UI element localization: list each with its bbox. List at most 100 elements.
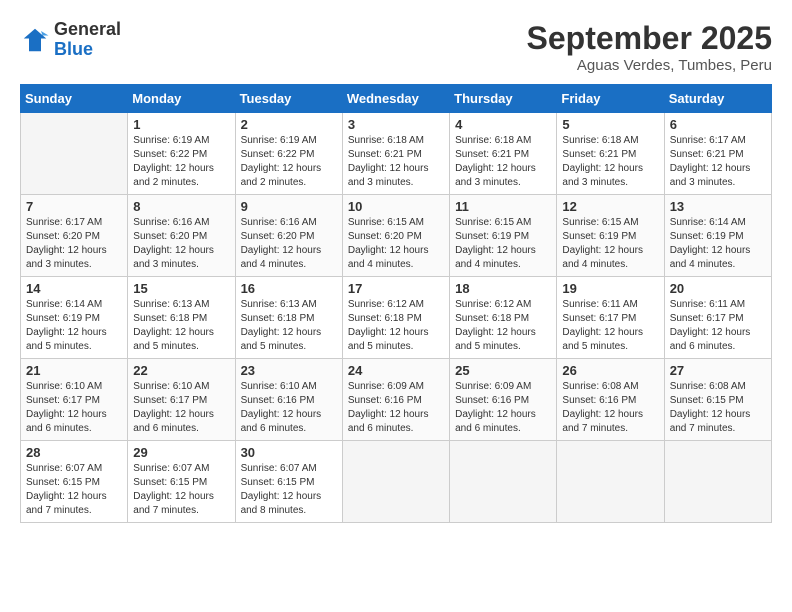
day-number: 19 bbox=[562, 281, 658, 296]
day-number: 27 bbox=[670, 363, 766, 378]
day-info: Sunrise: 6:12 AM Sunset: 6:18 PM Dayligh… bbox=[348, 298, 444, 354]
calendar-cell: 20 Sunrise: 6:11 AM Sunset: 6:17 PM Dayli… bbox=[664, 277, 771, 359]
calendar-cell: 9 Sunrise: 6:16 AM Sunset: 6:20 PM Daylig… bbox=[235, 195, 342, 277]
day-number: 3 bbox=[348, 117, 444, 132]
calendar-cell: 25Sunrise: 6:09 AM Sunset: 6:16 PM Dayli… bbox=[450, 359, 557, 441]
logo: General Blue bbox=[20, 20, 121, 60]
week-row-3: 21 Sunrise: 6:10 AM Sunset: 6:17 PM Dayli… bbox=[21, 359, 772, 441]
day-info: Sunrise: 6:10 AM Sunset: 6:17 PM Dayligh… bbox=[133, 380, 229, 436]
day-number: 10 bbox=[348, 199, 444, 214]
calendar-header-row: SundayMondayTuesdayWednesdayThursdayFrid… bbox=[21, 85, 772, 113]
day-number: 11 bbox=[455, 199, 551, 214]
day-info: Sunrise: 6:11 AM Sunset: 6:17 PM Dayligh… bbox=[562, 298, 658, 354]
week-row-1: 7 Sunrise: 6:17 AM Sunset: 6:20 PM Daylig… bbox=[21, 195, 772, 277]
calendar-cell: 2 Sunrise: 6:19 AM Sunset: 6:22 PM Daylig… bbox=[235, 113, 342, 195]
calendar-cell bbox=[557, 441, 664, 523]
day-number: 16 bbox=[241, 281, 337, 296]
day-number: 12 bbox=[562, 199, 658, 214]
calendar-cell: 22Sunrise: 6:10 AM Sunset: 6:17 PM Dayli… bbox=[128, 359, 235, 441]
title-area: September 2025 Aguas Verdes, Tumbes, Per… bbox=[527, 20, 772, 74]
day-number: 28 bbox=[26, 445, 122, 460]
calendar-cell: 4 Sunrise: 6:18 AM Sunset: 6:21 PM Daylig… bbox=[450, 113, 557, 195]
day-info: Sunrise: 6:13 AM Sunset: 6:18 PM Dayligh… bbox=[133, 298, 229, 354]
calendar-cell: 8 Sunrise: 6:16 AM Sunset: 6:20 PM Daylig… bbox=[128, 195, 235, 277]
day-number: 6 bbox=[670, 117, 766, 132]
day-info: Sunrise: 6:18 AM Sunset: 6:21 PM Dayligh… bbox=[562, 134, 658, 190]
day-number: 5 bbox=[562, 117, 658, 132]
calendar-cell bbox=[21, 113, 128, 195]
day-info: Sunrise: 6:10 AM Sunset: 6:17 PM Dayligh… bbox=[26, 380, 122, 436]
day-number: 15 bbox=[133, 281, 229, 296]
calendar-cell: 14 Sunrise: 6:14 AM Sunset: 6:19 PM Dayli… bbox=[21, 277, 128, 359]
day-number: 7 bbox=[26, 199, 122, 214]
calendar-cell: 1 Sunrise: 6:19 AM Sunset: 6:22 PM Daylig… bbox=[128, 113, 235, 195]
day-number: 4 bbox=[455, 117, 551, 132]
logo-icon bbox=[20, 25, 50, 55]
day-info: Sunrise: 6:15 AM Sunset: 6:19 PM Dayligh… bbox=[562, 216, 658, 272]
day-info: Sunrise: 6:18 AM Sunset: 6:21 PM Dayligh… bbox=[348, 134, 444, 190]
calendar-cell: 28Sunrise: 6:07 AM Sunset: 6:15 PM Dayli… bbox=[21, 441, 128, 523]
day-info: Sunrise: 6:15 AM Sunset: 6:20 PM Dayligh… bbox=[348, 216, 444, 272]
day-number: 9 bbox=[241, 199, 337, 214]
location: Aguas Verdes, Tumbes, Peru bbox=[527, 57, 772, 74]
day-info: Sunrise: 6:08 AM Sunset: 6:16 PM Dayligh… bbox=[562, 380, 658, 436]
calendar-cell: 12 Sunrise: 6:15 AM Sunset: 6:19 PM Dayli… bbox=[557, 195, 664, 277]
header-tuesday: Tuesday bbox=[235, 85, 342, 113]
day-info: Sunrise: 6:19 AM Sunset: 6:22 PM Dayligh… bbox=[241, 134, 337, 190]
day-info: Sunrise: 6:15 AM Sunset: 6:19 PM Dayligh… bbox=[455, 216, 551, 272]
calendar-cell: 18Sunrise: 6:12 AM Sunset: 6:18 PM Dayli… bbox=[450, 277, 557, 359]
day-info: Sunrise: 6:07 AM Sunset: 6:15 PM Dayligh… bbox=[241, 462, 337, 518]
day-info: Sunrise: 6:09 AM Sunset: 6:16 PM Dayligh… bbox=[348, 380, 444, 436]
day-info: Sunrise: 6:14 AM Sunset: 6:19 PM Dayligh… bbox=[26, 298, 122, 354]
month-title: September 2025 bbox=[527, 20, 772, 57]
calendar-cell: 26 Sunrise: 6:08 AM Sunset: 6:16 PM Dayli… bbox=[557, 359, 664, 441]
calendar-table: SundayMondayTuesdayWednesdayThursdayFrid… bbox=[20, 84, 772, 523]
calendar-cell: 19 Sunrise: 6:11 AM Sunset: 6:17 PM Dayli… bbox=[557, 277, 664, 359]
calendar-cell: 23 Sunrise: 6:10 AM Sunset: 6:16 PM Dayli… bbox=[235, 359, 342, 441]
day-number: 8 bbox=[133, 199, 229, 214]
calendar-cell: 6 Sunrise: 6:17 AM Sunset: 6:21 PM Daylig… bbox=[664, 113, 771, 195]
day-info: Sunrise: 6:18 AM Sunset: 6:21 PM Dayligh… bbox=[455, 134, 551, 190]
header-sunday: Sunday bbox=[21, 85, 128, 113]
day-info: Sunrise: 6:13 AM Sunset: 6:18 PM Dayligh… bbox=[241, 298, 337, 354]
day-number: 25 bbox=[455, 363, 551, 378]
day-info: Sunrise: 6:08 AM Sunset: 6:15 PM Dayligh… bbox=[670, 380, 766, 436]
header-saturday: Saturday bbox=[664, 85, 771, 113]
page-header: General Blue September 2025 Aguas Verdes… bbox=[20, 20, 772, 74]
day-info: Sunrise: 6:17 AM Sunset: 6:20 PM Dayligh… bbox=[26, 216, 122, 272]
day-number: 26 bbox=[562, 363, 658, 378]
calendar-cell bbox=[664, 441, 771, 523]
day-number: 13 bbox=[670, 199, 766, 214]
week-row-2: 14 Sunrise: 6:14 AM Sunset: 6:19 PM Dayli… bbox=[21, 277, 772, 359]
day-info: Sunrise: 6:16 AM Sunset: 6:20 PM Dayligh… bbox=[133, 216, 229, 272]
day-info: Sunrise: 6:16 AM Sunset: 6:20 PM Dayligh… bbox=[241, 216, 337, 272]
day-number: 23 bbox=[241, 363, 337, 378]
day-number: 2 bbox=[241, 117, 337, 132]
day-number: 18 bbox=[455, 281, 551, 296]
day-info: Sunrise: 6:19 AM Sunset: 6:22 PM Dayligh… bbox=[133, 134, 229, 190]
day-number: 1 bbox=[133, 117, 229, 132]
day-info: Sunrise: 6:14 AM Sunset: 6:19 PM Dayligh… bbox=[670, 216, 766, 272]
header-monday: Monday bbox=[128, 85, 235, 113]
day-info: Sunrise: 6:10 AM Sunset: 6:16 PM Dayligh… bbox=[241, 380, 337, 436]
day-number: 14 bbox=[26, 281, 122, 296]
day-number: 20 bbox=[670, 281, 766, 296]
week-row-0: 1 Sunrise: 6:19 AM Sunset: 6:22 PM Daylig… bbox=[21, 113, 772, 195]
calendar-cell: 24 Sunrise: 6:09 AM Sunset: 6:16 PM Dayli… bbox=[342, 359, 449, 441]
header-wednesday: Wednesday bbox=[342, 85, 449, 113]
day-number: 21 bbox=[26, 363, 122, 378]
calendar-cell: 13 Sunrise: 6:14 AM Sunset: 6:19 PM Dayli… bbox=[664, 195, 771, 277]
calendar-cell bbox=[450, 441, 557, 523]
day-number: 24 bbox=[348, 363, 444, 378]
calendar-cell: 10 Sunrise: 6:15 AM Sunset: 6:20 PM Dayli… bbox=[342, 195, 449, 277]
day-number: 17 bbox=[348, 281, 444, 296]
calendar-cell: 16 Sunrise: 6:13 AM Sunset: 6:18 PM Dayli… bbox=[235, 277, 342, 359]
day-info: Sunrise: 6:11 AM Sunset: 6:17 PM Dayligh… bbox=[670, 298, 766, 354]
calendar-cell: 7 Sunrise: 6:17 AM Sunset: 6:20 PM Daylig… bbox=[21, 195, 128, 277]
calendar-cell: 15 Sunrise: 6:13 AM Sunset: 6:18 PM Dayli… bbox=[128, 277, 235, 359]
header-friday: Friday bbox=[557, 85, 664, 113]
calendar-cell: 29Sunrise: 6:07 AM Sunset: 6:15 PM Dayli… bbox=[128, 441, 235, 523]
calendar-cell: 17 Sunrise: 6:12 AM Sunset: 6:18 PM Dayli… bbox=[342, 277, 449, 359]
day-info: Sunrise: 6:17 AM Sunset: 6:21 PM Dayligh… bbox=[670, 134, 766, 190]
day-number: 29 bbox=[133, 445, 229, 460]
